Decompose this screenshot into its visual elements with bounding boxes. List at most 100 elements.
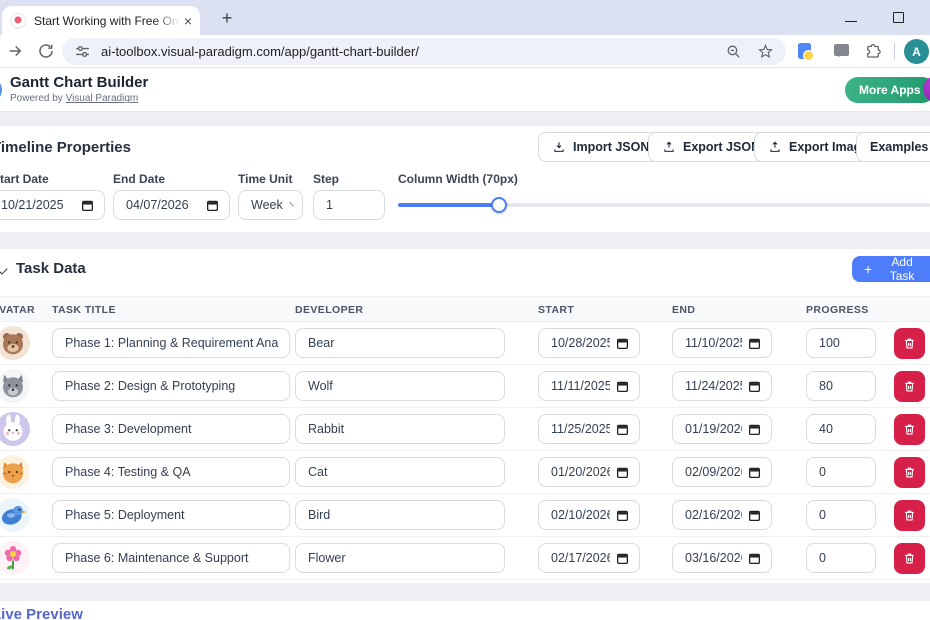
delete-task-button[interactable]: [894, 457, 925, 488]
start-date-input[interactable]: [538, 414, 640, 444]
developer-input[interactable]: [295, 414, 505, 444]
start-value[interactable]: [551, 379, 610, 393]
progress-value[interactable]: [819, 551, 865, 565]
end-value[interactable]: [685, 465, 742, 479]
developer-input[interactable]: [295, 543, 505, 573]
calendar-icon[interactable]: [81, 199, 94, 212]
calendar-icon[interactable]: [616, 466, 629, 479]
start-date-input[interactable]: [538, 500, 640, 530]
progress-value[interactable]: [819, 422, 865, 436]
progress-input[interactable]: [806, 543, 876, 573]
calendar-icon[interactable]: [616, 380, 629, 393]
developer-input[interactable]: [295, 371, 505, 401]
start-value[interactable]: [551, 508, 610, 522]
delete-task-button[interactable]: [894, 328, 925, 359]
visual-paradigm-link[interactable]: Visual Paradigm: [66, 93, 139, 104]
extension-drive-icon[interactable]: [798, 43, 814, 61]
task-title-value[interactable]: [65, 508, 279, 522]
developer-input[interactable]: [295, 457, 505, 487]
task-title-input[interactable]: [52, 328, 290, 358]
zoom-out-icon[interactable]: [725, 43, 742, 60]
calendar-icon[interactable]: [206, 199, 219, 212]
end-value[interactable]: [685, 508, 742, 522]
new-tab-button[interactable]: +: [216, 7, 238, 29]
tab-close-icon[interactable]: ×: [184, 14, 192, 28]
start-value[interactable]: [551, 336, 610, 350]
developer-value[interactable]: [308, 336, 494, 350]
extensions-puzzle-icon[interactable]: [864, 42, 882, 60]
time-unit-select[interactable]: Week: [238, 190, 303, 220]
calendar-icon[interactable]: [748, 509, 761, 522]
start-value[interactable]: [551, 551, 610, 565]
progress-input[interactable]: [806, 500, 876, 530]
start-date-input[interactable]: [538, 371, 640, 401]
collapse-chevron-icon[interactable]: [0, 263, 8, 275]
task-title-input[interactable]: [52, 371, 290, 401]
end-date-input[interactable]: [672, 328, 772, 358]
progress-value[interactable]: [819, 379, 865, 393]
address-bar[interactable]: ai-toolbox.visual-paradigm.com/app/gantt…: [62, 38, 786, 65]
progress-value[interactable]: [819, 336, 865, 350]
task-title-value[interactable]: [65, 379, 279, 393]
slider-thumb[interactable]: [491, 197, 508, 213]
task-title-value[interactable]: [65, 422, 279, 436]
start-value[interactable]: [551, 465, 610, 479]
end-value[interactable]: [685, 336, 742, 350]
extension-feedback-icon[interactable]: [834, 44, 849, 57]
import-json-button[interactable]: Import JSON: [538, 132, 664, 162]
start-date-input[interactable]: [538, 328, 640, 358]
end-date-input[interactable]: [672, 500, 772, 530]
end-date-value[interactable]: [126, 198, 200, 212]
calendar-icon[interactable]: [748, 466, 761, 479]
site-settings-icon[interactable]: [74, 43, 91, 60]
calendar-icon[interactable]: [748, 552, 761, 565]
calendar-icon[interactable]: [616, 509, 629, 522]
delete-task-button[interactable]: [894, 371, 925, 402]
calendar-icon[interactable]: [748, 380, 761, 393]
minimize-button[interactable]: [845, 21, 857, 22]
bookmark-star-icon[interactable]: [757, 43, 774, 60]
delete-task-button[interactable]: [894, 500, 925, 531]
developer-value[interactable]: [308, 551, 494, 565]
task-title-input[interactable]: [52, 414, 290, 444]
calendar-icon[interactable]: [616, 552, 629, 565]
task-title-value[interactable]: [65, 465, 279, 479]
end-date-input[interactable]: [672, 543, 772, 573]
developer-value[interactable]: [308, 508, 494, 522]
start-date-input[interactable]: [538, 457, 640, 487]
end-date-input[interactable]: [113, 190, 230, 220]
task-title-input[interactable]: [52, 543, 290, 573]
delete-task-button[interactable]: [894, 543, 925, 574]
developer-value[interactable]: [308, 465, 494, 479]
progress-input[interactable]: [806, 371, 876, 401]
task-title-value[interactable]: [65, 551, 279, 565]
step-value[interactable]: [326, 198, 374, 212]
progress-value[interactable]: [819, 465, 865, 479]
task-title-value[interactable]: [65, 336, 279, 350]
end-value[interactable]: [685, 379, 742, 393]
reload-icon[interactable]: [37, 42, 55, 60]
developer-input[interactable]: [295, 500, 505, 530]
progress-input[interactable]: [806, 328, 876, 358]
developer-input[interactable]: [295, 328, 505, 358]
profile-avatar[interactable]: A: [904, 39, 929, 64]
browser-tab[interactable]: Start Working with Free Online ×: [2, 6, 200, 35]
task-title-input[interactable]: [52, 500, 290, 530]
calendar-icon[interactable]: [616, 423, 629, 436]
end-date-input[interactable]: [672, 414, 772, 444]
calendar-icon[interactable]: [616, 337, 629, 350]
task-title-input[interactable]: [52, 457, 290, 487]
calendar-icon[interactable]: [748, 337, 761, 350]
start-date-input[interactable]: [0, 190, 105, 220]
start-date-input[interactable]: [538, 543, 640, 573]
end-date-input[interactable]: [672, 457, 772, 487]
step-input[interactable]: [313, 190, 385, 220]
delete-task-button[interactable]: [894, 414, 925, 445]
progress-input[interactable]: [806, 457, 876, 487]
maximize-button[interactable]: [893, 12, 904, 23]
developer-value[interactable]: [308, 422, 494, 436]
end-value[interactable]: [685, 551, 742, 565]
start-value[interactable]: [551, 422, 610, 436]
more-apps-button[interactable]: More Apps: [845, 77, 930, 103]
end-value[interactable]: [685, 422, 742, 436]
